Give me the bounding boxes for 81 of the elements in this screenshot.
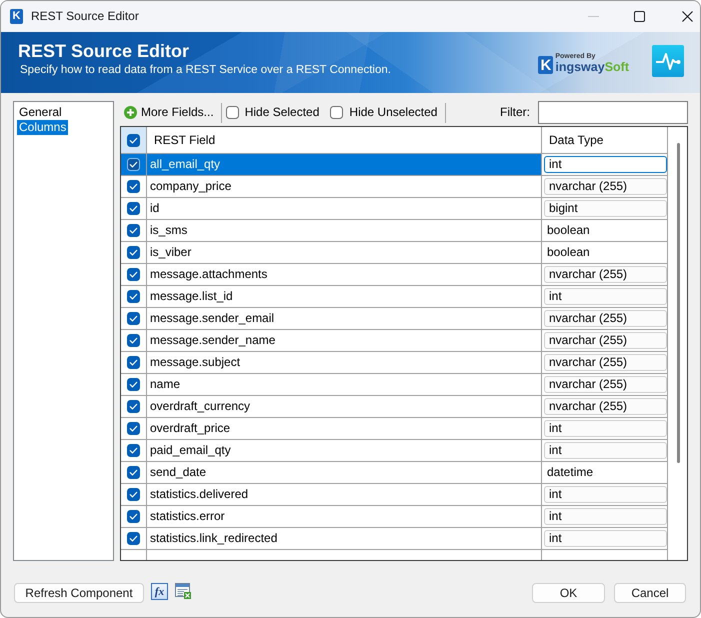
toggle-checkbox[interactable] — [226, 106, 239, 119]
maximize-icon[interactable] — [634, 11, 645, 22]
row-checkbox[interactable] — [127, 224, 140, 237]
data-type-dropdown[interactable]: int — [544, 288, 667, 305]
data-type-cell: boolean — [542, 242, 668, 264]
data-type-dropdown[interactable]: nvarchar (255) — [544, 310, 667, 327]
data-type-dropdown[interactable]: nvarchar (255) — [544, 178, 667, 195]
data-type-dropdown[interactable]: int — [544, 486, 667, 503]
banner-subtitle: Specify how to read data from a REST Service over a REST Connection. — [20, 63, 392, 78]
table-row[interactable]: all_email_qty int — [121, 154, 668, 176]
table-row[interactable]: paid_email_qty int — [121, 440, 668, 462]
pulse-icon — [652, 45, 684, 77]
data-type-dropdown[interactable]: nvarchar (255) — [544, 398, 667, 415]
table-row[interactable]: message.sender_name nvarchar (255) — [121, 330, 668, 352]
row-checkbox[interactable] — [127, 466, 140, 479]
row-checkbox[interactable] — [127, 290, 140, 303]
data-type-dropdown[interactable]: nvarchar (255) — [544, 376, 667, 393]
toggle-checkbox[interactable] — [330, 106, 344, 119]
row-checkbox[interactable] — [127, 268, 140, 281]
row-checkbox[interactable] — [127, 400, 140, 413]
cancel-button[interactable]: Cancel — [614, 583, 686, 603]
field-name-cell: statistics.link_redirected — [147, 528, 542, 550]
row-checkbox[interactable] — [127, 158, 140, 171]
table-row[interactable]: message.list_id int — [121, 286, 668, 308]
toggle-label: Hide Selected — [244, 105, 320, 120]
data-type-dropdown[interactable]: int — [544, 508, 667, 525]
table-icon[interactable] — [175, 583, 191, 599]
row-checkbox[interactable] — [127, 246, 140, 259]
data-type-dropdown[interactable]: nvarchar (255) — [544, 266, 667, 283]
row-checkbox[interactable] — [127, 334, 140, 347]
sidebar-item[interactable]: General — [17, 105, 64, 120]
row-checkbox[interactable] — [127, 488, 140, 501]
data-type-dropdown[interactable]: bigint — [544, 200, 667, 217]
table-row[interactable]: statistics.error int — [121, 506, 668, 528]
table-row[interactable]: is_sms boolean — [121, 220, 668, 242]
data-type-dropdown[interactable]: nvarchar (255) — [544, 354, 667, 371]
toggle-label: Hide Unselected — [349, 105, 438, 120]
row-checkbox[interactable] — [127, 422, 140, 435]
table-row[interactable]: id bigint — [121, 198, 668, 220]
logo-initial: K — [538, 56, 554, 74]
row-checkbox[interactable] — [127, 202, 140, 215]
table-row[interactable]: send_date datetime — [121, 462, 668, 484]
filter-field[interactable] — [538, 101, 688, 124]
banner-title: REST Source Editor — [18, 40, 190, 62]
add-icon — [124, 106, 137, 119]
table-row[interactable]: message.sender_email nvarchar (255) — [121, 308, 668, 330]
row-checkbox[interactable] — [127, 312, 140, 325]
table-row[interactable]: message.attachments nvarchar (255) — [121, 264, 668, 286]
row-checkbox[interactable] — [127, 180, 140, 193]
table-row[interactable]: statistics.link_redirected int — [121, 528, 668, 550]
data-type-dropdown[interactable]: int — [544, 530, 667, 547]
more-fields-button[interactable]: More Fields... — [120, 105, 214, 120]
ok-button[interactable]: OK — [532, 583, 605, 603]
table-row[interactable]: overdraft_price int — [121, 418, 668, 440]
scrollbar-thumb[interactable] — [677, 143, 680, 463]
data-type-cell: datetime — [542, 462, 668, 484]
data-type-dropdown[interactable]: int — [544, 442, 667, 459]
select-all-checkbox[interactable] — [127, 134, 140, 146]
table-row[interactable]: statistics.delivered int — [121, 484, 668, 506]
row-checkbox[interactable] — [127, 356, 140, 369]
data-type-dropdown[interactable]: nvarchar (255) — [544, 332, 667, 349]
row-checkbox[interactable] — [127, 510, 140, 523]
close-icon[interactable] — [682, 11, 693, 22]
data-type-dropdown[interactable]: int — [544, 156, 667, 173]
refresh-button[interactable]: Refresh Component — [14, 583, 144, 603]
window-title: REST Source Editor — [31, 9, 139, 24]
row-checkbox[interactable] — [127, 444, 140, 457]
data-type-cell: boolean — [542, 220, 668, 242]
row-checkbox[interactable] — [127, 378, 140, 391]
expression-button[interactable]: fx — [151, 583, 168, 600]
filter-label: Filter: — [500, 105, 530, 120]
table-row[interactable]: message.subject nvarchar (255) — [121, 352, 668, 374]
table-row[interactable]: is_viber boolean — [121, 242, 668, 264]
table-row[interactable]: name nvarchar (255) — [121, 374, 668, 396]
sidebar-item[interactable]: Columns — [17, 120, 68, 135]
data-type-dropdown[interactable]: int — [544, 420, 667, 437]
table-row[interactable]: overdraft_currency nvarchar (255) — [121, 396, 668, 418]
table-row[interactable]: company_price nvarchar (255) — [121, 176, 668, 198]
app-logo: K — [10, 9, 23, 24]
row-checkbox[interactable] — [127, 532, 140, 545]
logo-wordmark: ingswaySoft — [555, 61, 629, 74]
